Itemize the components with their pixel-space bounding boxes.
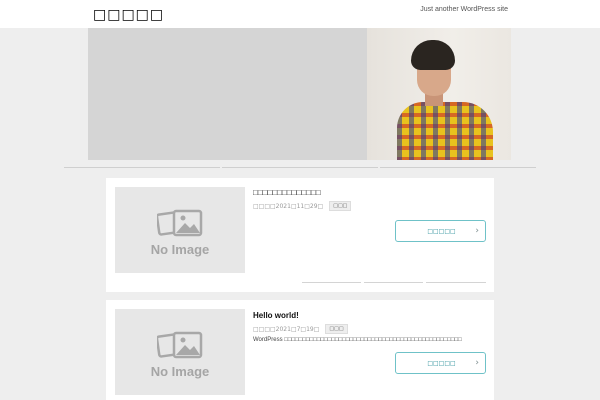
read-more-label: □□□□□ (427, 228, 456, 235)
read-more-button[interactable]: □□□□□ › (395, 352, 486, 374)
hero-banner (88, 28, 511, 160)
post-date: □□□□2021□7□19□ (253, 325, 320, 333)
post-date: □□□□2021□11□29□ (253, 202, 324, 210)
site-tagline: Just another WordPress site (420, 6, 508, 13)
image-placeholder-icon (157, 209, 203, 237)
no-image-label: No Image (150, 364, 210, 379)
post-card: No Image □□□□□□□□□□□□□□ □□□□2021□11□29□ … (106, 178, 494, 292)
post-thumbnail[interactable]: No Image (115, 187, 245, 273)
chevron-right-icon: › (475, 358, 479, 368)
no-image-label: No Image (150, 242, 210, 257)
image-placeholder-icon (157, 331, 203, 359)
post-meta: □□□□2021□11□29□ □□□ (253, 201, 352, 211)
post-meta: □□□□2021□7□19□ □□□ (253, 324, 348, 334)
card-divider (302, 282, 486, 283)
hero-divider (64, 167, 536, 168)
post-title[interactable]: □□□□□□□□□□□□□□ (253, 188, 321, 197)
post-thumbnail[interactable]: No Image (115, 309, 245, 395)
read-more-label: □□□□□ (427, 360, 456, 367)
post-excerpt: WordPress □□□□□□□□□□□□□□□□□□□□□□□□□□□□□□… (253, 337, 462, 343)
read-more-button[interactable]: □□□□□ › (395, 220, 486, 242)
post-title[interactable]: Hello world! (253, 311, 299, 320)
post-card: No Image Hello world! □□□□2021□7□19□ □□□… (106, 300, 494, 400)
hero-photo (367, 28, 511, 160)
chevron-right-icon: › (475, 226, 479, 236)
site-title[interactable]: □□□□□ (93, 7, 164, 23)
category-badge[interactable]: □□□ (329, 201, 352, 211)
site-header: □□□□□ Just another WordPress site (0, 0, 600, 28)
category-badge[interactable]: □□□ (325, 324, 348, 334)
